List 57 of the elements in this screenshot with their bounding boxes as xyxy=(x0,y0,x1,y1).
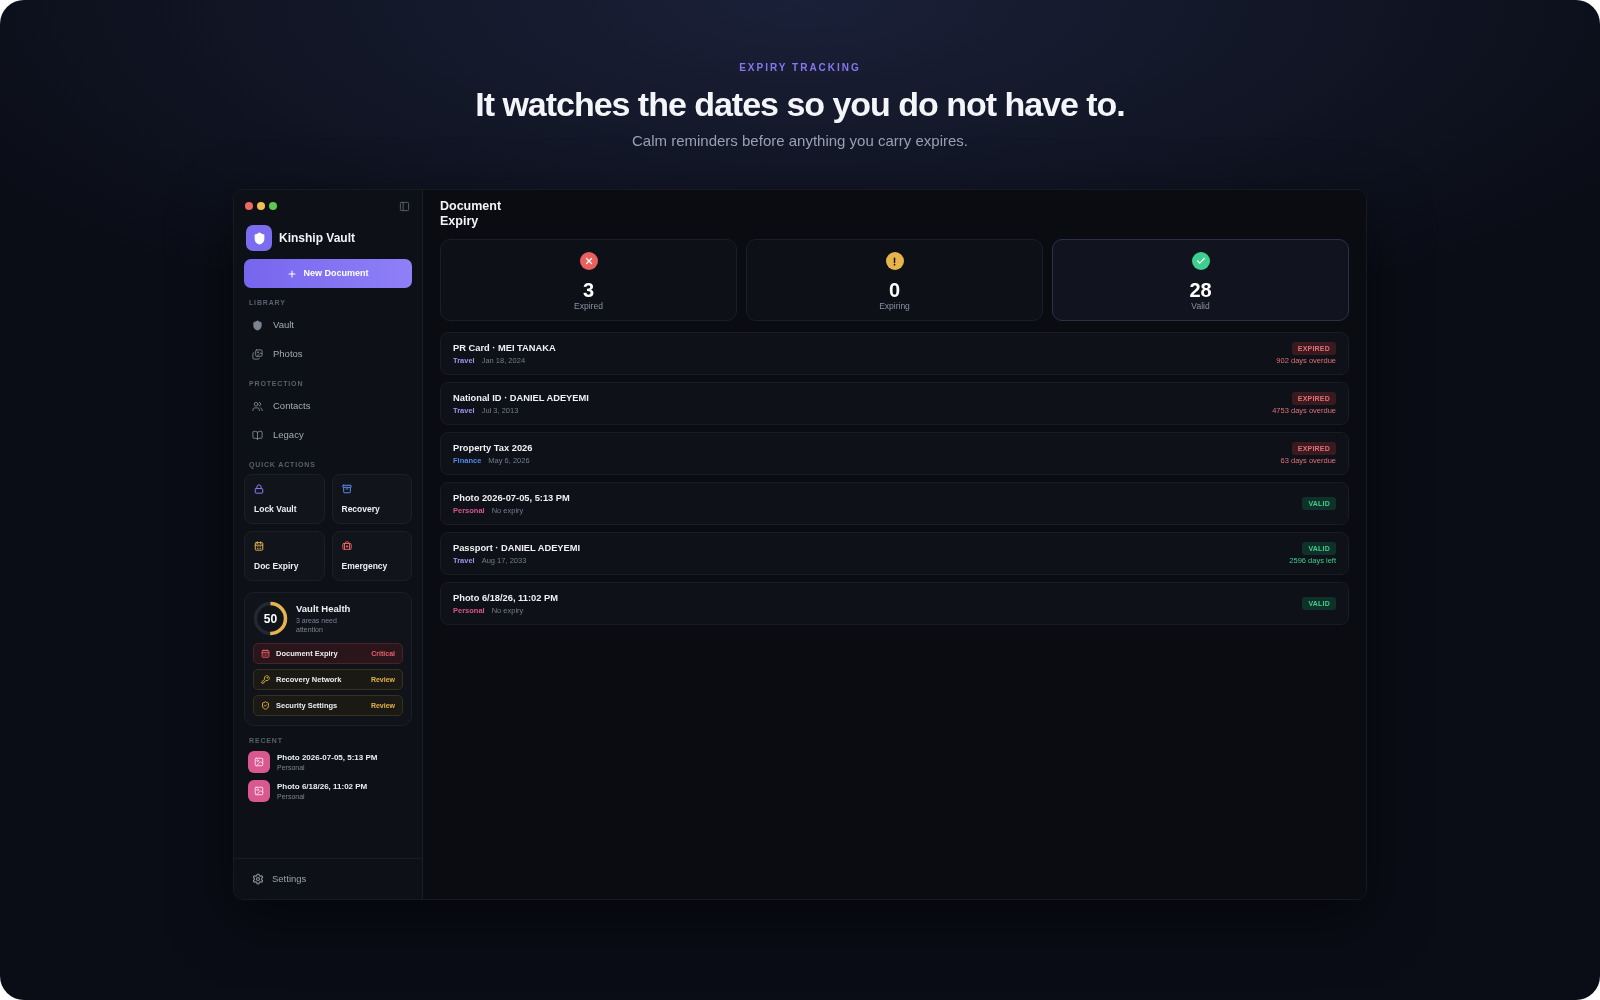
quick-action-button[interactable]: Emergency xyxy=(331,531,412,581)
shield-icon xyxy=(261,701,270,710)
book-icon xyxy=(252,430,263,441)
page-title: Document Expiry xyxy=(440,199,503,229)
shield-icon xyxy=(246,225,272,251)
stat-card[interactable]: 0 Expiring xyxy=(746,239,1043,321)
health-score: 50 xyxy=(263,611,278,626)
calendar-icon xyxy=(254,540,264,551)
archive-icon xyxy=(341,483,352,494)
recent-item-title[interactable]: Photo 2026-07-05, 5:13 PM xyxy=(277,752,378,763)
sidebar-toggle-icon[interactable] xyxy=(399,200,410,212)
images-icon xyxy=(252,349,263,360)
close-button[interactable] xyxy=(245,202,253,210)
image-icon xyxy=(248,780,270,802)
stat-value: 28 xyxy=(1189,280,1212,300)
document-title: PR Card · MEI TANAKA xyxy=(453,341,556,355)
stat-card[interactable]: 3 Expired xyxy=(440,239,737,321)
settings-button[interactable]: Settings xyxy=(252,871,307,887)
image-icon xyxy=(248,751,270,773)
document-title: Photo 2026-07-05, 5:13 PM xyxy=(453,491,570,505)
stat-card[interactable]: 28 Valid xyxy=(1052,239,1349,321)
key-icon xyxy=(261,675,270,684)
shield-icon xyxy=(252,320,263,331)
stat-value: 3 xyxy=(582,280,595,300)
quick-action-button[interactable]: Recovery xyxy=(331,474,412,524)
recent-item-title[interactable]: Photo 6/18/26, 11:02 PM xyxy=(277,781,368,792)
maximize-button[interactable] xyxy=(269,202,277,210)
new-document-button[interactable]: New Document xyxy=(244,259,412,288)
plus-icon xyxy=(287,268,298,279)
eyebrow-text: EXPIRY TRACKING xyxy=(739,61,861,75)
check-icon xyxy=(1191,252,1210,270)
settings-icon xyxy=(252,873,264,885)
stat-value: 0 xyxy=(888,280,901,300)
nav-item[interactable]: Legacy xyxy=(244,421,412,450)
card-title: Vault Health xyxy=(296,602,351,615)
stat-label: Expiring xyxy=(879,301,910,312)
calendar-icon xyxy=(261,649,270,658)
document-title: Passport · DANIEL ADEYEMI xyxy=(453,541,581,555)
cross-icon xyxy=(579,252,598,270)
stat-label: Expired xyxy=(574,301,603,312)
nav-item[interactable]: Vault xyxy=(244,311,412,340)
quick-action-button[interactable]: Lock Vault xyxy=(244,474,325,524)
hero-title: It watches the dates so you do not have to. xyxy=(475,84,1125,124)
minimize-button[interactable] xyxy=(257,202,265,210)
nav-item[interactable]: Contacts xyxy=(244,392,412,421)
stat-label: Valid xyxy=(1191,301,1210,312)
app-name: Kinship Vault xyxy=(279,230,355,246)
exclamation-icon xyxy=(885,252,904,270)
users-icon xyxy=(252,401,263,412)
lock-icon xyxy=(254,483,264,494)
hero-subtitle: Calm reminders before anything you carry expires. xyxy=(632,131,968,151)
document-title: Property Tax 2026 xyxy=(453,441,533,455)
nav-item[interactable]: Photos xyxy=(244,340,412,369)
document-title: National ID · DANIEL ADEYEMI xyxy=(453,391,589,405)
quick-action-button[interactable]: Doc Expiry xyxy=(244,531,325,581)
document-title: Photo 6/18/26, 11:02 PM xyxy=(453,591,558,605)
medical-case-icon xyxy=(341,540,352,551)
